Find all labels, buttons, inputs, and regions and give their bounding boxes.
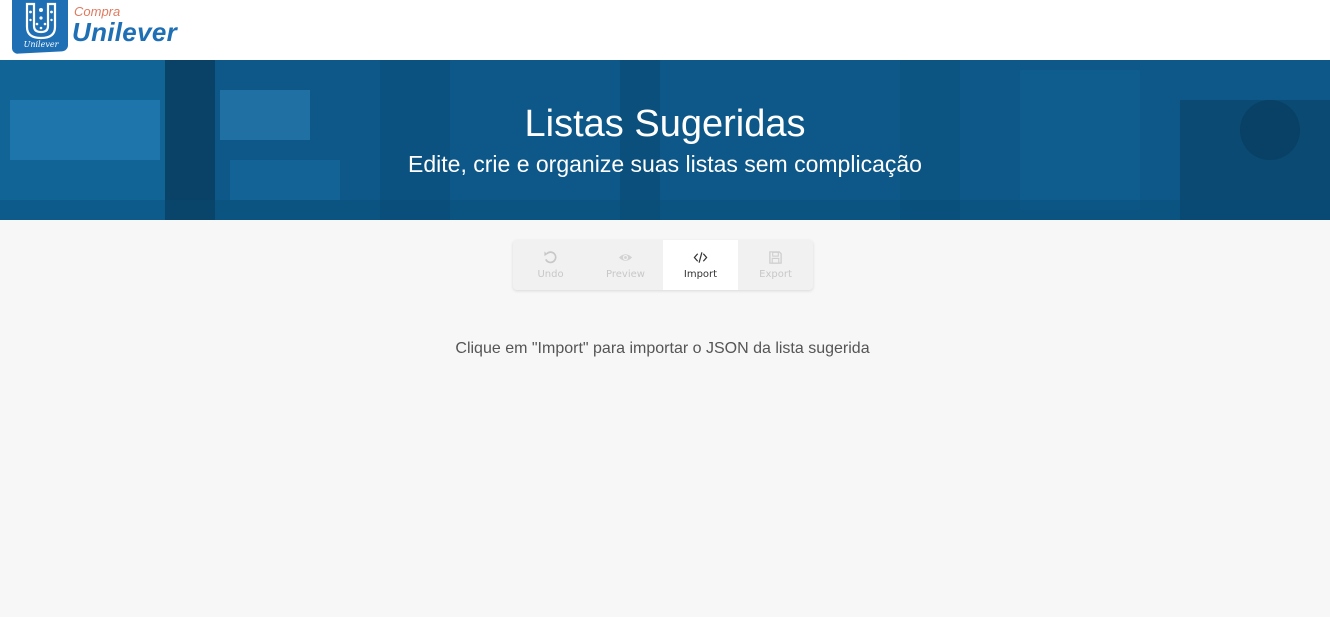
code-icon: [693, 252, 708, 263]
import-button-label: Import: [683, 269, 718, 280]
import-button[interactable]: Import: [663, 240, 738, 290]
undo-button-label: Undo: [537, 269, 564, 280]
import-hint-text: Clique em "Import" para importar o JSON …: [455, 340, 870, 357]
logo-brand-text: Unilever: [72, 17, 178, 47]
preview-button-label: Preview: [606, 269, 645, 280]
page-subtitle: Edite, crie e organize suas listas sem c…: [408, 151, 922, 177]
page-title: Listas Sugeridas: [524, 103, 806, 145]
unilever-u-icon: [25, 2, 57, 40]
export-button[interactable]: Export: [738, 240, 813, 290]
preview-button[interactable]: Preview: [588, 240, 663, 290]
undo-button[interactable]: Undo: [513, 240, 588, 290]
top-header: Unilever Compra Unilever: [0, 0, 1330, 60]
editor-toolbar: Undo Preview Import Export: [513, 240, 813, 290]
logo-unilever-small-text: Unilever: [23, 40, 59, 49]
export-button-label: Export: [759, 269, 792, 280]
compra-unilever-logo[interactable]: Unilever Compra Unilever: [10, 0, 180, 58]
save-icon: [769, 251, 782, 264]
undo-icon: [544, 251, 557, 264]
eye-icon: [618, 254, 633, 261]
